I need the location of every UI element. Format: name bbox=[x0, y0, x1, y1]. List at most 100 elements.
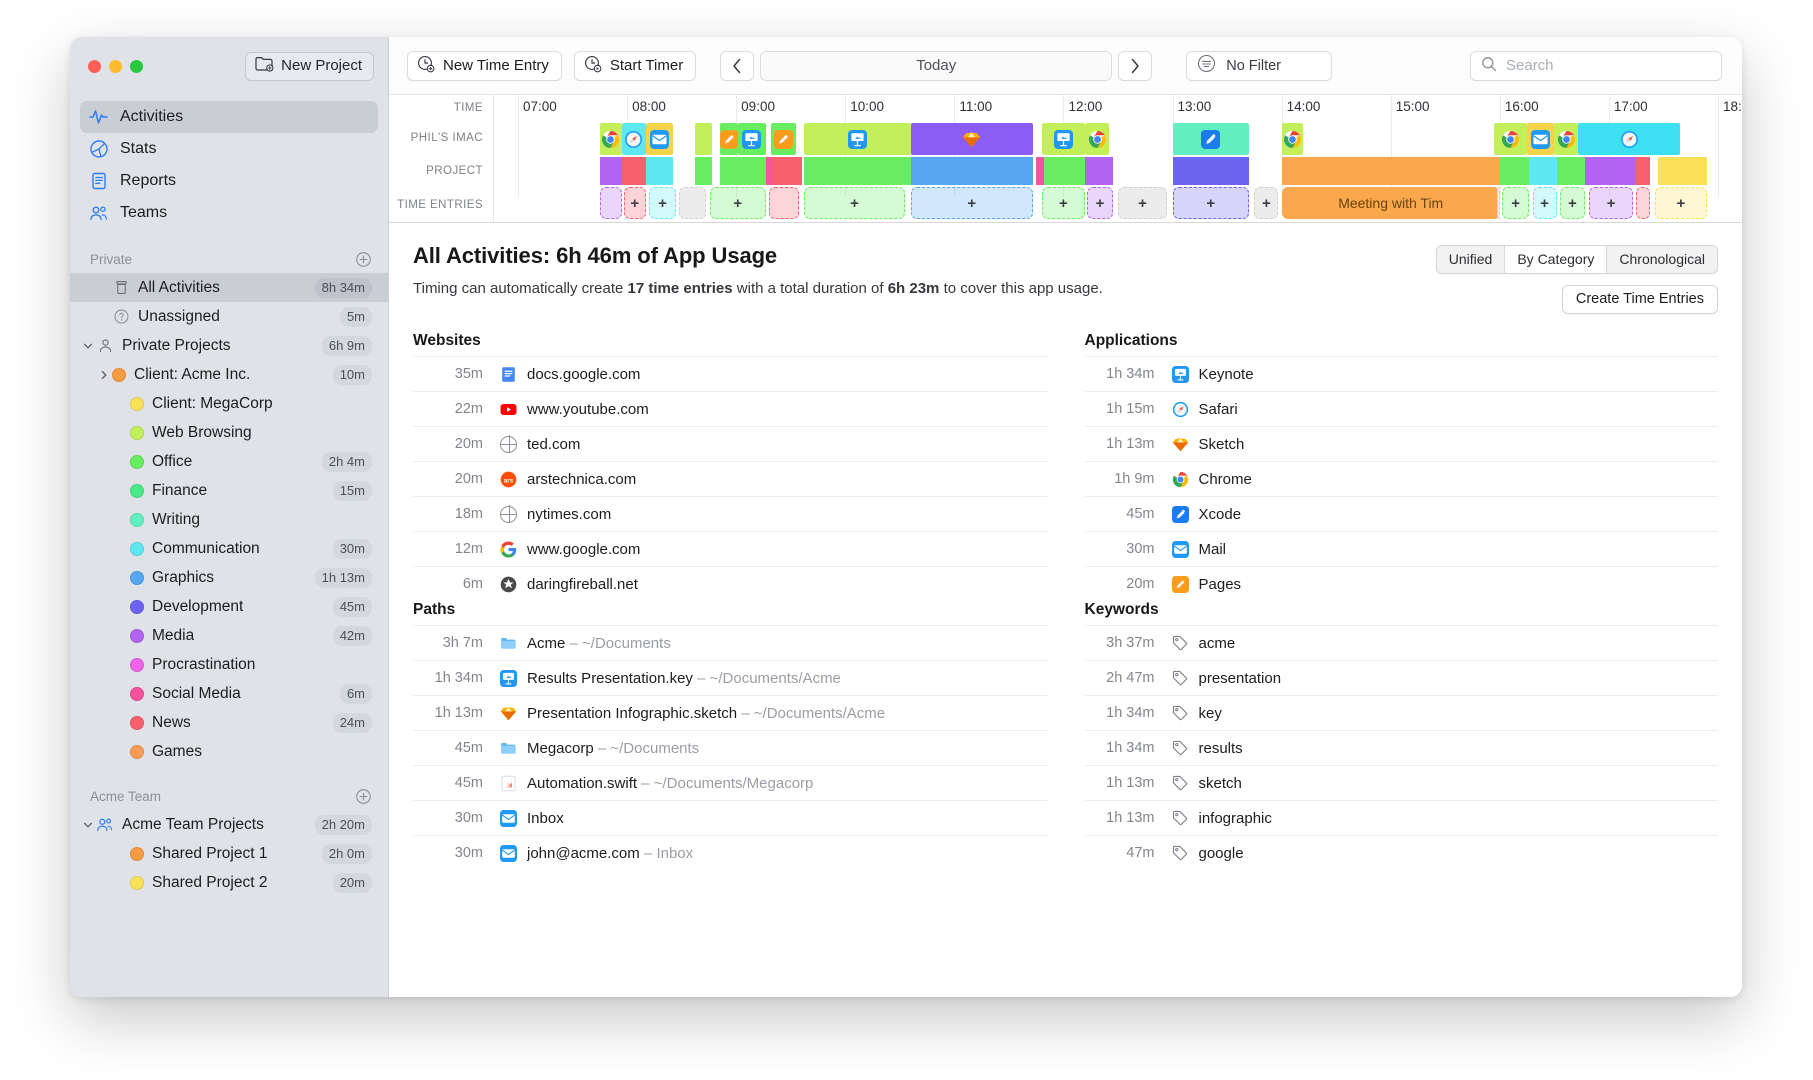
timeline-time-entry[interactable]: + bbox=[804, 187, 905, 219]
sidebar-project-shared-project-1[interactable]: Shared Project 12h 0m bbox=[70, 839, 388, 868]
sidebar-project-client-megacorp[interactable]: Client: MegaCorp bbox=[70, 389, 388, 418]
timeline-project-block[interactable] bbox=[1658, 157, 1707, 185]
list-item[interactable]: 45mMegacorp – ~/Documents bbox=[413, 730, 1047, 765]
timeline-time-entry[interactable] bbox=[769, 187, 800, 219]
minimize-button[interactable] bbox=[109, 60, 122, 73]
timeline-app-block[interactable] bbox=[646, 123, 673, 155]
timeline-time-entry[interactable]: + bbox=[1502, 187, 1529, 219]
list-item[interactable]: 1h 34mKeynote bbox=[1085, 356, 1719, 391]
timeline-project-block[interactable] bbox=[1636, 157, 1650, 185]
timeline-time-entry[interactable]: + bbox=[1087, 187, 1112, 219]
add-time-entry-icon[interactable]: + bbox=[1262, 196, 1271, 211]
timeline-app-block[interactable] bbox=[911, 123, 1033, 155]
timeline-time-entry[interactable]: Meeting with Tim bbox=[1282, 187, 1500, 219]
list-item[interactable]: 1h 34mResults Presentation.key – ~/Docum… bbox=[413, 660, 1047, 695]
timeline-time-entry[interactable] bbox=[600, 187, 622, 219]
timeline-time-entry[interactable]: + bbox=[1254, 187, 1278, 219]
list-item[interactable]: 30mInbox bbox=[413, 800, 1047, 835]
view-mode-unified[interactable]: Unified bbox=[1437, 246, 1506, 273]
list-item[interactable]: 20mted.com bbox=[413, 426, 1047, 461]
sidebar-project-games[interactable]: Games bbox=[70, 737, 388, 766]
new-project-button[interactable]: New Project bbox=[245, 52, 374, 81]
sidebar-nav-activities[interactable]: Activities bbox=[80, 101, 378, 133]
timeline-project-block[interactable] bbox=[1500, 157, 1529, 185]
list-item[interactable]: 2h 47mpresentation bbox=[1085, 660, 1719, 695]
sidebar-nav-stats[interactable]: Stats bbox=[80, 133, 378, 165]
next-day-button[interactable] bbox=[1118, 51, 1152, 81]
sidebar-nav-teams[interactable]: Teams bbox=[80, 197, 378, 229]
list-item[interactable]: 35mdocs.google.com bbox=[413, 356, 1047, 391]
list-item[interactable]: 3h 37macme bbox=[1085, 625, 1719, 660]
sidebar-project-procrastination[interactable]: Procrastination bbox=[70, 650, 388, 679]
timeline-project-block[interactable] bbox=[766, 157, 773, 185]
timeline-time-entry[interactable]: + bbox=[710, 187, 766, 219]
timeline-time-entry[interactable]: + bbox=[1655, 187, 1707, 219]
timeline-app-block[interactable] bbox=[1173, 123, 1249, 155]
timeline-project-block[interactable] bbox=[1173, 157, 1249, 185]
add-time-entry-icon[interactable]: + bbox=[850, 196, 859, 211]
add-time-entry-icon[interactable]: + bbox=[658, 196, 667, 211]
timeline-time-entry[interactable] bbox=[1497, 187, 1500, 219]
timeline-time-entry[interactable]: + bbox=[1560, 187, 1585, 219]
timeline-project-block[interactable] bbox=[772, 157, 801, 185]
sidebar-project-client-acme-inc[interactable]: Client: Acme Inc.10m bbox=[70, 360, 388, 389]
date-display[interactable]: Today bbox=[760, 51, 1112, 81]
sidebar-project-unassigned[interactable]: Unassigned5m bbox=[70, 302, 388, 331]
chevron-right-icon[interactable] bbox=[96, 370, 112, 380]
timeline-app-block[interactable] bbox=[720, 123, 739, 155]
timeline-time-entry[interactable]: + bbox=[649, 187, 676, 219]
sidebar-project-finance[interactable]: Finance15m bbox=[70, 476, 388, 505]
add-time-entry-icon[interactable]: + bbox=[1568, 196, 1577, 211]
add-time-entry-icon[interactable]: + bbox=[1677, 196, 1686, 211]
add-time-entry-icon[interactable]: + bbox=[733, 196, 742, 211]
sidebar-project-development[interactable]: Development45m bbox=[70, 592, 388, 621]
timeline-app-block[interactable] bbox=[1085, 123, 1109, 155]
timeline-app-block[interactable] bbox=[1282, 123, 1304, 155]
timeline-app-block[interactable] bbox=[1554, 123, 1578, 155]
list-item[interactable]: 18mnytimes.com bbox=[413, 496, 1047, 531]
start-timer-button[interactable]: Start Timer bbox=[574, 51, 696, 81]
timeline-project-block[interactable] bbox=[911, 157, 1033, 185]
sidebar-project-news[interactable]: News24m bbox=[70, 708, 388, 737]
add-time-entry-icon[interactable]: + bbox=[1138, 196, 1147, 211]
search-input[interactable]: Search bbox=[1506, 57, 1554, 74]
add-time-entry-icon[interactable]: + bbox=[1096, 196, 1105, 211]
chevron-down-icon[interactable] bbox=[80, 820, 96, 830]
sidebar-project-communication[interactable]: Communication30m bbox=[70, 534, 388, 563]
view-mode-chronological[interactable]: Chronological bbox=[1607, 246, 1717, 273]
list-item[interactable]: 45mAutomation.swift – ~/Documents/Megaco… bbox=[413, 765, 1047, 800]
timeline-time-entry[interactable]: + bbox=[911, 187, 1033, 219]
timeline-app-block[interactable] bbox=[1527, 123, 1554, 155]
sidebar-project-graphics[interactable]: Graphics1h 13m bbox=[70, 563, 388, 592]
list-item[interactable]: 6mdaringfireball.net bbox=[413, 566, 1047, 601]
list-item[interactable]: 1h 34mresults bbox=[1085, 730, 1719, 765]
add-time-entry-icon[interactable]: + bbox=[630, 196, 639, 211]
timeline-time-entry[interactable] bbox=[1636, 187, 1650, 219]
list-item[interactable]: 20mPages bbox=[1085, 566, 1719, 601]
plus-circle-icon[interactable] bbox=[355, 251, 372, 268]
timeline-time-entry[interactable]: + bbox=[1173, 187, 1249, 219]
timeline-time-entry[interactable]: + bbox=[1042, 187, 1086, 219]
sidebar-project-acme-team-projects[interactable]: Acme Team Projects2h 20m bbox=[70, 810, 388, 839]
list-item[interactable]: 22mwww.youtube.com bbox=[413, 391, 1047, 426]
sidebar-project-shared-project-2[interactable]: Shared Project 220m bbox=[70, 868, 388, 897]
add-time-entry-icon[interactable]: + bbox=[1540, 196, 1549, 211]
timeline-app-block[interactable] bbox=[622, 123, 646, 155]
timeline-project-block[interactable] bbox=[1585, 157, 1636, 185]
timeline-project-block[interactable] bbox=[1557, 157, 1585, 185]
timeline-app-block[interactable] bbox=[1494, 123, 1527, 155]
timeline-project-block[interactable] bbox=[622, 157, 646, 185]
list-item[interactable]: 47mgoogle bbox=[1085, 835, 1719, 870]
timeline-project-block[interactable] bbox=[1085, 157, 1112, 185]
list-item[interactable]: 30mMail bbox=[1085, 531, 1719, 566]
list-item[interactable]: 1h 13msketch bbox=[1085, 765, 1719, 800]
add-time-entry-icon[interactable]: + bbox=[1059, 196, 1068, 211]
timeline-time-entry[interactable]: + bbox=[1533, 187, 1557, 219]
sidebar-project-writing[interactable]: Writing bbox=[70, 505, 388, 534]
list-item[interactable]: 45mXcode bbox=[1085, 496, 1719, 531]
add-time-entry-icon[interactable]: + bbox=[1511, 196, 1520, 211]
timeline-app-block[interactable] bbox=[1042, 123, 1086, 155]
search-box[interactable]: Search bbox=[1470, 51, 1722, 81]
list-item[interactable]: 1h 13minfographic bbox=[1085, 800, 1719, 835]
list-item[interactable]: 20marsarstechnica.com bbox=[413, 461, 1047, 496]
